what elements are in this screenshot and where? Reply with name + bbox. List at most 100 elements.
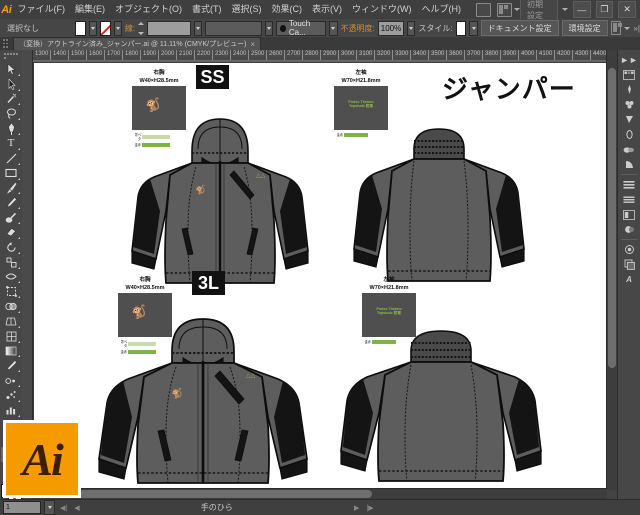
menu-view[interactable]: 表示(V) bbox=[307, 0, 347, 19]
window-close-button[interactable]: ✕ bbox=[618, 1, 636, 18]
tool-pencil[interactable] bbox=[1, 195, 21, 210]
graphic-style-swatch[interactable] bbox=[455, 20, 467, 36]
tool-eyedropper[interactable] bbox=[1, 358, 21, 373]
tool-blob-brush[interactable] bbox=[1, 210, 21, 225]
stroke-profile-chevron-down-icon[interactable] bbox=[264, 20, 274, 36]
last-artboard-button[interactable]: |▶ bbox=[364, 504, 375, 512]
pathfinder-panel-icon[interactable] bbox=[620, 192, 638, 207]
transparency-panel-icon[interactable] bbox=[620, 157, 638, 172]
document-setup-button[interactable]: ドキュメント設定 bbox=[480, 20, 559, 36]
first-artboard-button[interactable]: ◀| bbox=[58, 504, 69, 512]
tool-lasso[interactable] bbox=[1, 106, 21, 121]
prev-artboard-button[interactable]: ◀ bbox=[72, 504, 81, 512]
tool-magic-wand[interactable] bbox=[1, 92, 21, 107]
bridge-icon[interactable] bbox=[476, 2, 491, 17]
current-tool-label[interactable]: 手のひら bbox=[85, 502, 349, 513]
stroke-weight-chevron-down-icon[interactable] bbox=[193, 20, 202, 36]
svg-text:△△: △△ bbox=[256, 173, 266, 179]
tabbar-grip-icon[interactable] bbox=[0, 37, 13, 50]
stroke-chevron-down-icon[interactable] bbox=[113, 20, 122, 36]
gradient-panel-icon[interactable] bbox=[620, 142, 638, 157]
artboard-chevron-down-icon[interactable] bbox=[44, 500, 55, 515]
tool-gradient[interactable] bbox=[1, 344, 21, 359]
tool-shape-builder[interactable] bbox=[1, 299, 21, 314]
stroke-panel-icon[interactable] bbox=[620, 127, 638, 142]
tool-rotate[interactable] bbox=[1, 240, 21, 255]
control-bar-overflow-icon[interactable]: »| bbox=[633, 24, 640, 33]
fill-color-swatch[interactable] bbox=[74, 20, 86, 36]
window-maximize-button[interactable]: ❐ bbox=[595, 1, 614, 18]
links-panel-icon[interactable]: A bbox=[620, 272, 638, 287]
tool-rectangle[interactable] bbox=[1, 166, 21, 181]
tool-line-segment[interactable] bbox=[1, 151, 21, 166]
document-tab[interactable]: （変換）アウトライン済み_ジャンパー.ai @ 11.11% (CMYK/プレビ… bbox=[13, 37, 262, 50]
artboard[interactable]: ジャンパー SS 右胸 W40×H28.5mm 🐒 墨ベタ 金赤 左袖 W70×… bbox=[34, 63, 610, 488]
symbols-panel-icon[interactable] bbox=[620, 112, 638, 127]
document-tab-close-icon[interactable]: × bbox=[250, 40, 255, 49]
vertical-scrollbar-thumb[interactable] bbox=[608, 68, 616, 368]
tool-pen[interactable] bbox=[1, 121, 21, 136]
canvas-area[interactable]: ジャンパー SS 右胸 W40×H28.5mm 🐒 墨ベタ 金赤 左袖 W70×… bbox=[32, 60, 618, 490]
stroke-weight-input[interactable] bbox=[147, 20, 191, 36]
menu-bar: Ai ファイル(F) 編集(E) オブジェクト(O) 書式(T) 選択(S) 効… bbox=[0, 0, 640, 23]
tool-paintbrush[interactable] bbox=[1, 181, 21, 196]
tool-free-transform[interactable] bbox=[1, 284, 21, 299]
tool-symbol-sprayer[interactable] bbox=[1, 388, 21, 403]
tool-width[interactable] bbox=[1, 270, 21, 285]
tool-column-graph[interactable] bbox=[1, 403, 21, 418]
menu-object[interactable]: オブジェクト(O) bbox=[110, 0, 187, 19]
graphic-styles-panel-icon[interactable] bbox=[620, 242, 638, 257]
tool-direct-selection[interactable] bbox=[1, 77, 21, 92]
align-chevron-down-icon[interactable] bbox=[624, 26, 631, 30]
menu-type[interactable]: 書式(T) bbox=[187, 0, 227, 19]
menu-help[interactable]: ヘルプ(H) bbox=[417, 0, 467, 19]
opacity-label: 不透明度: bbox=[340, 23, 375, 33]
fill-chevron-down-icon[interactable] bbox=[88, 20, 97, 36]
stroke-color-swatch[interactable] bbox=[99, 20, 111, 36]
align-panel-icon[interactable] bbox=[620, 177, 638, 192]
sleeve-logo-text-ss: Protec Thermo Tepstude 防寒 bbox=[348, 100, 374, 109]
tool-scale[interactable] bbox=[1, 255, 21, 270]
arrange-documents-icon[interactable] bbox=[497, 2, 512, 17]
tool-mesh[interactable] bbox=[1, 329, 21, 344]
jacket-ss-front[interactable]: 🐒 △△ bbox=[130, 111, 310, 296]
spec-3l-back-dimensions: W70×H21.8mm bbox=[369, 285, 409, 291]
brush-chevron-down-icon[interactable] bbox=[329, 20, 338, 36]
jacket-3l-front[interactable]: 🐒 △△ bbox=[96, 313, 311, 488]
tool-perspective-grid[interactable] bbox=[1, 314, 21, 329]
window-minimize-button[interactable]: — bbox=[572, 1, 591, 18]
layers-panel-icon[interactable] bbox=[620, 257, 638, 272]
workspace-chevron-down-icon[interactable] bbox=[561, 8, 568, 11]
color-guide-panel-icon[interactable] bbox=[620, 82, 638, 97]
tool-selection[interactable] bbox=[1, 62, 21, 77]
brush-definition-select[interactable]: Touch Ca... bbox=[276, 19, 327, 37]
stroke-weight-stepper[interactable] bbox=[138, 21, 145, 35]
app-logo-icon: Ai bbox=[1, 3, 12, 16]
next-artboard-button[interactable]: ▶ bbox=[352, 504, 361, 512]
menu-effect[interactable]: 効果(C) bbox=[267, 0, 308, 19]
toolbox-grip-icon[interactable] bbox=[4, 53, 18, 60]
opacity-input[interactable]: 100% bbox=[377, 20, 405, 36]
tool-blend[interactable] bbox=[1, 373, 21, 388]
style-label: スタイル: bbox=[418, 23, 453, 33]
color-panel-icon[interactable] bbox=[620, 67, 638, 82]
jacket-ss-back[interactable] bbox=[352, 121, 527, 296]
style-chevron-down-icon[interactable] bbox=[469, 20, 478, 36]
appearance-panel-icon[interactable] bbox=[620, 222, 638, 237]
brushes-panel-icon[interactable] bbox=[620, 97, 638, 112]
menu-edit[interactable]: 編集(E) bbox=[70, 0, 110, 19]
transform-panel-icon[interactable] bbox=[620, 207, 638, 222]
jacket-3l-back[interactable] bbox=[339, 325, 544, 490]
tool-type[interactable]: T bbox=[1, 136, 21, 151]
menu-window[interactable]: ウィンドウ(W) bbox=[347, 0, 417, 19]
menu-file[interactable]: ファイル(F) bbox=[13, 0, 71, 19]
align-options-icon[interactable] bbox=[610, 21, 622, 35]
horizontal-scrollbar-thumb[interactable] bbox=[72, 490, 372, 498]
opacity-chevron-down-icon[interactable] bbox=[407, 20, 416, 36]
tool-eraser[interactable] bbox=[1, 225, 21, 240]
artboard-number-field[interactable]: 1 bbox=[3, 501, 41, 514]
menu-select[interactable]: 選択(S) bbox=[227, 0, 267, 19]
preferences-button[interactable]: 環境設定 bbox=[561, 20, 608, 36]
stroke-profile-select[interactable] bbox=[204, 20, 262, 36]
dock-collapse-icon[interactable]: ►► bbox=[620, 52, 638, 67]
